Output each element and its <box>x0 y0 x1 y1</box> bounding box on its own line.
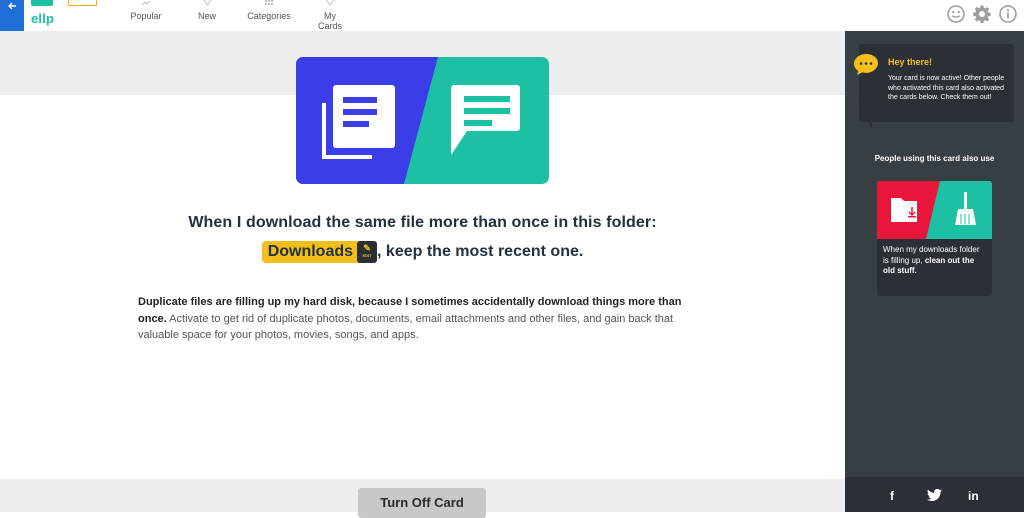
arrow-left-icon <box>8 2 16 10</box>
related-card[interactable]: When my downloads folder is filling up, … <box>877 181 992 296</box>
heart-icon <box>311 0 349 10</box>
top-right-icons <box>946 4 1018 26</box>
card-action-line: Downloads ✎ EDIT , keep the most recent … <box>0 241 845 263</box>
bubble-text: Your card is now active! Other people wh… <box>888 75 1005 101</box>
social-bar: f in <box>845 477 1024 512</box>
facebook-icon[interactable]: f <box>890 489 894 503</box>
nav-new-label: New <box>197 11 216 21</box>
chat-bubble-icon <box>854 54 878 75</box>
info-icon[interactable] <box>998 4 1018 24</box>
gear-icon[interactable] <box>972 4 992 24</box>
linkedin-icon[interactable]: in <box>968 489 979 503</box>
card-description: Duplicate files are filling up my hard d… <box>138 294 698 344</box>
related-card-image <box>877 181 992 239</box>
grid-icon <box>247 0 291 10</box>
edit-button[interactable]: ✎ EDIT <box>357 241 378 263</box>
suggestions-panel: Hey there! Your card is now active! Othe… <box>845 31 1024 512</box>
bubble-tail <box>858 101 872 129</box>
card-headline: When I download the same file more than … <box>188 214 657 231</box>
nav-popular-label: Popular <box>130 11 162 21</box>
nav-categories-label: Categories <box>247 11 291 21</box>
back-button[interactable] <box>0 0 24 31</box>
trending-icon <box>128 0 164 10</box>
logo[interactable]: ellp <box>31 0 59 28</box>
logo-wordmark: ellp <box>31 11 55 26</box>
related-card-text: When my downloads folder is filling up, … <box>883 245 987 277</box>
folder-chip-label: Downloads <box>267 243 354 260</box>
logo-mark <box>31 0 53 6</box>
twitter-icon[interactable] <box>927 488 942 504</box>
documents-icon <box>322 85 395 159</box>
nav-categories[interactable]: Categories <box>247 0 291 31</box>
nav-my-cards-label: My Cards <box>317 11 342 31</box>
turn-off-card-button[interactable]: Turn Off Card <box>358 488 486 518</box>
related-heading: People using this card also use <box>874 154 995 163</box>
card-description-rest: Activate to get rid of duplicate photos,… <box>138 312 674 342</box>
pencil-icon: ✎ <box>363 243 371 253</box>
card-hero-image <box>296 57 549 184</box>
folder-chip[interactable]: Downloads ✎ EDIT <box>261 241 378 263</box>
beta-badge <box>68 0 97 6</box>
top-nav: ellp Popular New Categories My Cards <box>0 0 1024 31</box>
card-action-suffix: , keep the most recent one. <box>377 243 584 261</box>
nav-popular[interactable]: Popular <box>128 0 164 31</box>
edit-label: EDIT <box>362 253 372 258</box>
star-icon <box>195 0 219 10</box>
nav-new[interactable]: New <box>195 0 219 31</box>
nav-my-cards[interactable]: My Cards <box>311 0 349 31</box>
bubble-title: Hey there! <box>888 57 933 67</box>
smiley-icon[interactable] <box>946 4 966 24</box>
folder-download-icon <box>891 198 917 222</box>
